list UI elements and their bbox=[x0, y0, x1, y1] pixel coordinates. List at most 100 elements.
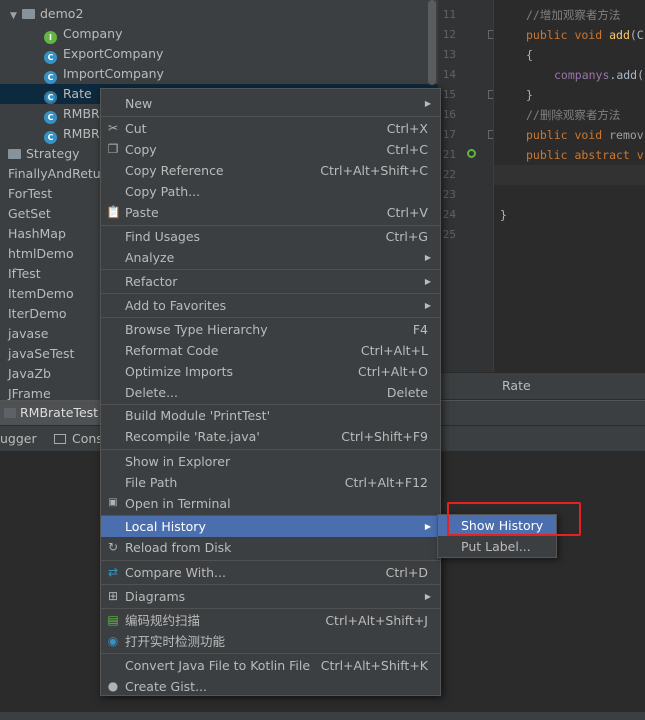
tree-item-hashmap[interactable]: HashMap bbox=[8, 224, 66, 244]
tree-item-javasetest[interactable]: javaSeTest bbox=[8, 344, 74, 364]
tree-item-exportcompany[interactable]: C ExportCompany bbox=[44, 44, 163, 64]
tree-item-rmbrate-test[interactable]: C RMBRa bbox=[44, 124, 107, 144]
tree-item-label: HashMap bbox=[8, 226, 66, 241]
run-config-label: RMBrateTest bbox=[20, 405, 99, 420]
tree-item-rmbrate[interactable]: C RMBRa bbox=[44, 104, 107, 124]
menu-item-reload-from-disk[interactable]: ↻ Reload from Disk bbox=[101, 537, 440, 558]
menu-item-optimize-imports[interactable]: Optimize Imports Ctrl+Alt+O bbox=[101, 361, 440, 382]
paste-icon: 📋 bbox=[106, 205, 121, 219]
menu-item-copy[interactable]: ❐ Copy Ctrl+C bbox=[101, 139, 440, 160]
tree-item-fortest[interactable]: ForTest bbox=[8, 184, 52, 204]
menu-item-build-module[interactable]: Build Module 'PrintTest' bbox=[101, 405, 440, 426]
tree-item-label: demo2 bbox=[40, 6, 84, 21]
class-icon: C bbox=[44, 71, 57, 84]
terminal-icon: ▣ bbox=[108, 497, 118, 508]
tree-item-javazb[interactable]: JavaZb bbox=[8, 364, 51, 384]
menu-item-browse-type-hierarchy[interactable]: Browse Type Hierarchy F4 bbox=[101, 319, 440, 340]
menu-item-add-to-favorites[interactable]: Add to Favorites ▶ bbox=[101, 295, 440, 316]
scan-icon: ▤ bbox=[107, 613, 119, 627]
menu-separator bbox=[101, 653, 440, 654]
menu-item-reformat-code[interactable]: Reformat Code Ctrl+Alt+L bbox=[101, 340, 440, 361]
tree-item-getset[interactable]: GetSet bbox=[8, 204, 51, 224]
menu-item-find-usages[interactable]: Find Usages Ctrl+G bbox=[101, 226, 440, 247]
menu-item-show-in-explorer[interactable]: Show in Explorer bbox=[101, 451, 440, 472]
menu-separator bbox=[101, 317, 440, 318]
submenu-arrow-icon: ▶ bbox=[424, 301, 431, 310]
menu-item-diagrams[interactable]: ⊞ Diagrams ▶ bbox=[101, 586, 440, 607]
github-icon: ● bbox=[107, 679, 119, 693]
realtime-check-icon: ◉ bbox=[107, 634, 119, 648]
menu-item-create-gist[interactable]: ● Create Gist... bbox=[101, 676, 440, 697]
menu-item-realtime-check[interactable]: ◉ 打开实时检测功能 bbox=[101, 631, 440, 652]
tree-item-finallyandreturn[interactable]: FinallyAndReturn bbox=[8, 164, 114, 184]
folder-icon bbox=[8, 149, 21, 159]
context-menu: New ▶ ✂ Cut Ctrl+X ❐ Copy Ctrl+C Copy Referen… bbox=[100, 88, 441, 696]
menu-item-recompile[interactable]: Recompile 'Rate.java' Ctrl+Shift+F9 bbox=[101, 426, 440, 447]
menu-separator bbox=[101, 116, 440, 117]
tree-item-company[interactable]: I Company bbox=[44, 24, 122, 44]
tree-item-jframe[interactable]: JFrame bbox=[8, 384, 51, 400]
tree-item-label: ForTest bbox=[8, 186, 53, 201]
submenu-arrow-icon: ▶ bbox=[424, 253, 431, 262]
class-icon: C bbox=[44, 131, 57, 144]
submenu-arrow-icon: ▶ bbox=[424, 277, 431, 286]
menu-item-paste[interactable]: 📋 Paste Ctrl+V bbox=[101, 202, 440, 223]
code-line-17: public void remov bbox=[526, 128, 644, 142]
tree-item-importcompany[interactable]: C ImportCompany bbox=[44, 64, 164, 84]
tree-item-javase[interactable]: javase bbox=[8, 324, 48, 344]
tree-item-label: Company bbox=[63, 26, 123, 41]
menu-item-refactor[interactable]: Refactor ▶ bbox=[101, 271, 440, 292]
compare-icon: ⇄ bbox=[107, 565, 119, 579]
menu-item-convert-to-kotlin[interactable]: Convert Java File to Kotlin File Ctrl+Alt… bbox=[101, 655, 440, 676]
expand-arrow-icon[interactable]: ▼ bbox=[10, 6, 22, 26]
run-config-icon bbox=[4, 408, 16, 418]
tab-rate[interactable]: Rate bbox=[502, 373, 531, 400]
interface-icon: I bbox=[44, 31, 57, 44]
menu-item-analyze[interactable]: Analyze ▶ bbox=[101, 247, 440, 268]
folder-icon bbox=[22, 9, 35, 19]
menu-item-copy-path[interactable]: Copy Path... bbox=[101, 181, 440, 202]
menu-item-delete[interactable]: Delete... Delete bbox=[101, 382, 440, 403]
code-line-15: } bbox=[526, 88, 533, 102]
menu-item-copy-reference[interactable]: Copy Reference Ctrl+Alt+Shift+C bbox=[101, 160, 440, 181]
tree-item-label: htmlDemo bbox=[8, 246, 74, 261]
menu-item-local-history[interactable]: Local History ▶ bbox=[101, 516, 440, 537]
menu-item-code-scan[interactable]: ▤ 编码规约扫描 Ctrl+Alt+Shift+J bbox=[101, 610, 440, 631]
submenu-arrow-icon: ▶ bbox=[424, 592, 431, 601]
class-icon: C bbox=[44, 51, 57, 64]
implemented-method-icon[interactable] bbox=[467, 149, 476, 158]
tree-item-demo2[interactable]: ▼ demo2 bbox=[10, 4, 83, 24]
tree-item-label: GetSet bbox=[8, 206, 51, 221]
tree-item-htmldemo[interactable]: htmlDemo bbox=[8, 244, 74, 264]
run-config-tab[interactable]: RMBrateTest bbox=[0, 401, 100, 425]
console-icon bbox=[54, 434, 66, 444]
copy-icon: ❐ bbox=[107, 142, 119, 156]
tree-item-strategy[interactable]: Strategy bbox=[8, 144, 80, 164]
tab-debugger[interactable]: ugger bbox=[0, 426, 37, 452]
code-line-16: //删除观察者方法 bbox=[526, 108, 621, 122]
code-line-24: } bbox=[500, 208, 507, 222]
tree-item-label: javase bbox=[8, 326, 49, 341]
menu-item-open-in-terminal[interactable]: ▣ Open in Terminal bbox=[101, 493, 440, 514]
code-line-12: public void add(C bbox=[526, 28, 644, 42]
tree-item-label: javaSeTest bbox=[8, 346, 75, 361]
reload-icon: ↻ bbox=[107, 540, 119, 554]
code-editor[interactable]: //增加观察者方法 public void add(C { companys.a… bbox=[493, 0, 645, 372]
code-line-14: companys.add( bbox=[554, 68, 645, 82]
tree-item-label: Strategy bbox=[26, 146, 80, 161]
line-number: 11 bbox=[442, 8, 456, 21]
scissors-icon: ✂ bbox=[107, 121, 119, 135]
editor-tab-strip: Rate bbox=[438, 372, 645, 399]
menu-item-compare-with[interactable]: ⇄ Compare With... Ctrl+D bbox=[101, 562, 440, 583]
tree-item-iterdemo[interactable]: IterDemo bbox=[8, 304, 67, 324]
menu-item-file-path[interactable]: File Path Ctrl+Alt+F12 bbox=[101, 472, 440, 493]
menu-item-put-label[interactable]: Put Label... bbox=[438, 536, 556, 557]
menu-item-cut[interactable]: ✂ Cut Ctrl+X bbox=[101, 118, 440, 139]
submenu-arrow-icon: ▶ bbox=[424, 99, 431, 108]
menu-item-new[interactable]: New ▶ bbox=[101, 93, 440, 114]
class-icon: C bbox=[44, 111, 57, 124]
tree-item-label: IfTest bbox=[8, 266, 41, 281]
tree-item-itemdemo[interactable]: ItemDemo bbox=[8, 284, 74, 304]
tree-item-iftest[interactable]: IfTest bbox=[8, 264, 41, 284]
tree-scrollbar[interactable] bbox=[428, 0, 436, 85]
